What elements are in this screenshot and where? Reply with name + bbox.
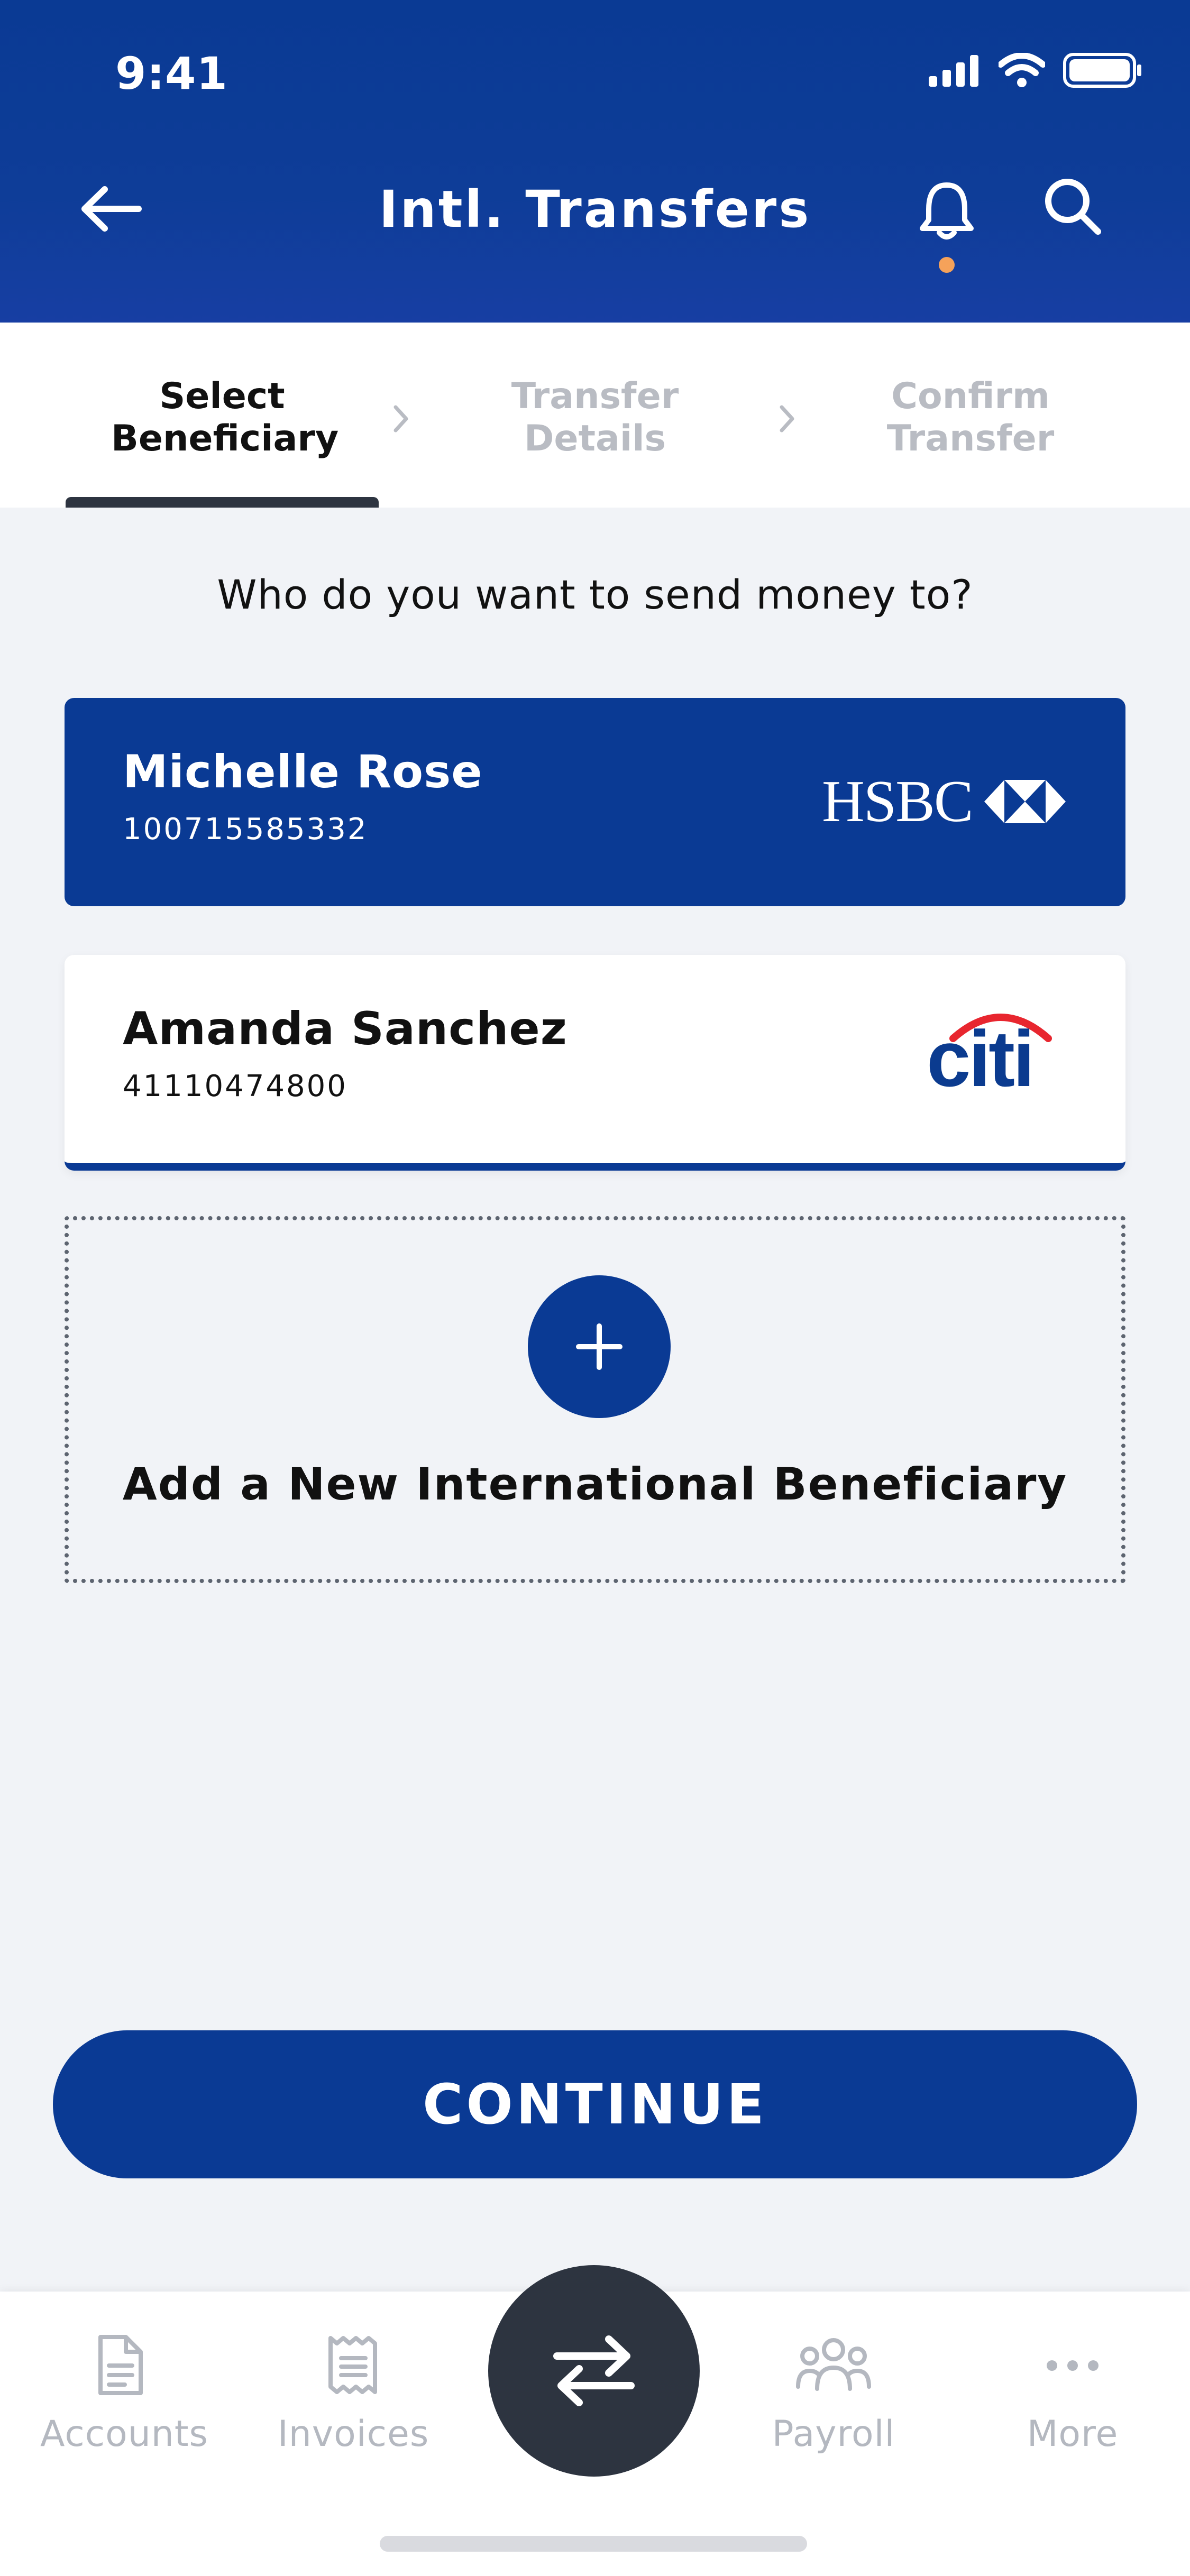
progress-stepper: Select Beneficiary Transfer Details Conf… bbox=[0, 323, 1190, 508]
notification-bell-icon[interactable] bbox=[915, 179, 978, 242]
add-beneficiary-label: Add a New International Beneficiary bbox=[122, 1458, 1068, 1510]
tab-label: Payroll bbox=[772, 2413, 895, 2455]
battery-icon bbox=[1063, 53, 1141, 88]
beneficiary-card[interactable]: Michelle Rose 100715585332 HSBC bbox=[65, 698, 1125, 906]
step-select-beneficiary[interactable]: Select Beneficiary bbox=[111, 375, 339, 460]
tab-invoices[interactable]: Invoices bbox=[274, 2334, 433, 2455]
more-dots-icon bbox=[1047, 2360, 1099, 2371]
step-label-line2: Details bbox=[524, 418, 666, 459]
signal-icon bbox=[929, 55, 978, 87]
tab-more[interactable]: More bbox=[993, 2334, 1152, 2455]
section-prompt: Who do you want to send money to? bbox=[217, 571, 973, 618]
app-header: 9:41 Intl. Transfers bbox=[0, 0, 1190, 323]
continue-button[interactable]: CONTINUE bbox=[53, 2030, 1137, 2178]
step-label-line2: Transfer bbox=[886, 418, 1055, 459]
hsbc-hexagon-icon bbox=[984, 780, 1066, 823]
beneficiary-name: Amanda Sanchez bbox=[123, 1002, 567, 1055]
add-button[interactable] bbox=[528, 1275, 671, 1418]
transfer-fab-button[interactable] bbox=[488, 2265, 700, 2477]
beneficiary-account-number: 41110474800 bbox=[123, 1069, 347, 1103]
add-beneficiary-tile[interactable]: Add a New International Beneficiary bbox=[65, 1216, 1125, 1583]
step-label-line2: Beneficiary bbox=[111, 418, 339, 459]
step-confirm-transfer[interactable]: Confirm Transfer bbox=[859, 375, 1082, 460]
step-label-line1: Transfer bbox=[511, 375, 679, 417]
tab-payroll[interactable]: Payroll bbox=[754, 2334, 913, 2455]
bank-name: HSBC bbox=[822, 768, 974, 834]
tab-label: More bbox=[1027, 2413, 1119, 2455]
bank-name: citi bbox=[927, 1014, 1035, 1103]
hsbc-logo: HSBC bbox=[822, 768, 1066, 834]
step-label-line1: Select bbox=[159, 375, 285, 417]
people-icon bbox=[796, 2338, 871, 2391]
beneficiary-name: Michelle Rose bbox=[123, 746, 483, 798]
document-icon bbox=[98, 2335, 143, 2395]
wifi-icon bbox=[999, 53, 1045, 87]
search-icon[interactable] bbox=[1041, 174, 1104, 238]
transfer-arrows-icon bbox=[553, 2335, 635, 2406]
tab-label: Invoices bbox=[277, 2413, 429, 2455]
page-title: Intl. Transfers bbox=[379, 180, 811, 239]
beneficiary-account-number: 100715585332 bbox=[123, 812, 368, 847]
tab-label: Accounts bbox=[40, 2413, 208, 2455]
notification-dot bbox=[939, 257, 955, 273]
home-indicator bbox=[380, 2536, 807, 2552]
step-label-line1: Confirm bbox=[891, 375, 1050, 417]
active-step-indicator bbox=[66, 497, 379, 508]
beneficiary-card[interactable]: Amanda Sanchez 41110474800 citi bbox=[65, 955, 1125, 1171]
step-transfer-details[interactable]: Transfer Details bbox=[484, 375, 706, 460]
chevron-right-icon bbox=[780, 405, 794, 433]
citi-logo: citi bbox=[927, 1006, 1064, 1103]
receipt-icon bbox=[328, 2336, 377, 2394]
chevron-right-icon bbox=[393, 405, 408, 433]
plus-icon bbox=[576, 1323, 623, 1370]
status-time: 9:41 bbox=[115, 48, 228, 99]
tab-accounts[interactable]: Accounts bbox=[40, 2334, 208, 2455]
